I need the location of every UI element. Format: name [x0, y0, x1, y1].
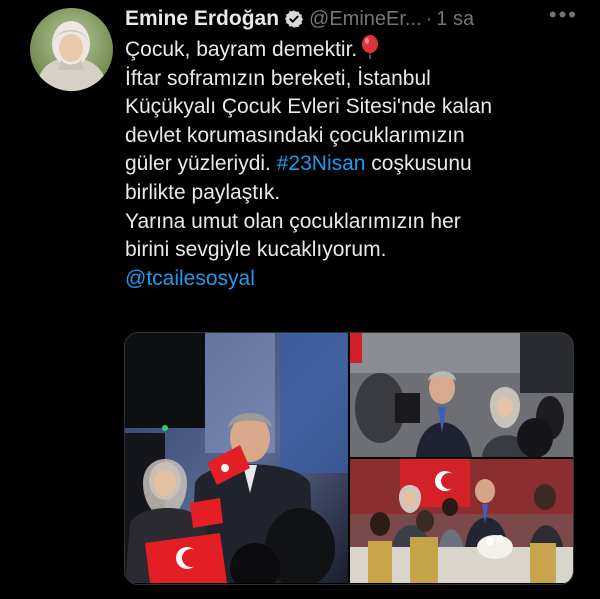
mention-link[interactable]: @tcailesosyal: [125, 267, 255, 290]
media-grid: [124, 332, 574, 585]
event-photo-icon: [350, 459, 573, 583]
tweet-header: Emine Erdoğan @EmineEr... · 1 sa: [125, 4, 595, 34]
event-photo-icon: [125, 333, 348, 583]
tweet-line: birini sevgiyle kucaklıyorum.: [125, 238, 387, 262]
hashtag-link[interactable]: #23Nisan: [277, 152, 366, 175]
tweet-line: Çocuk, bayram demektir.: [125, 35, 585, 65]
more-options-icon[interactable]: •••: [549, 2, 578, 28]
profile-photo-icon: [30, 8, 113, 91]
tweet-line: İftar soframızın bereketi, İstanbul: [125, 66, 431, 90]
event-photo-icon: [350, 333, 573, 457]
author-name[interactable]: Emine Erdoğan: [125, 7, 279, 31]
tweet-line: devlet korumasındaki çocuklarımızın: [125, 123, 465, 147]
tweet-timestamp[interactable]: 1 sa: [436, 8, 474, 31]
avatar[interactable]: [30, 8, 113, 91]
verified-badge-icon: [284, 9, 304, 29]
tweet-line: birlikte paylaştık.: [125, 180, 281, 204]
tweet: Emine Erdoğan @EmineEr... · 1 sa ••• Çoc…: [0, 0, 600, 599]
photo-3[interactable]: [350, 459, 573, 583]
tweet-line: Yarına umut olan çocuklarımızın her: [125, 209, 461, 233]
photo-1[interactable]: [125, 333, 348, 583]
tweet-line-text: güler yüzleriydi.: [125, 152, 277, 176]
tweet-line-text: Çocuk, bayram demektir.: [125, 38, 358, 61]
separator-dot: ·: [425, 7, 433, 30]
balloon-emoji-icon: [359, 35, 381, 60]
tweet-text: Çocuk, bayram demektir. İftar soframızın…: [125, 35, 585, 293]
tweet-line: güler yüzleriydi. #23Nisan coşkusunu: [125, 150, 585, 179]
author-handle[interactable]: @EmineEr...: [309, 8, 422, 31]
photo-2[interactable]: [350, 333, 573, 457]
tweet-line: Küçükyalı Çocuk Evleri Sitesi'nde kalan: [125, 95, 493, 119]
tweet-line-text: coşkusunu: [365, 152, 472, 176]
